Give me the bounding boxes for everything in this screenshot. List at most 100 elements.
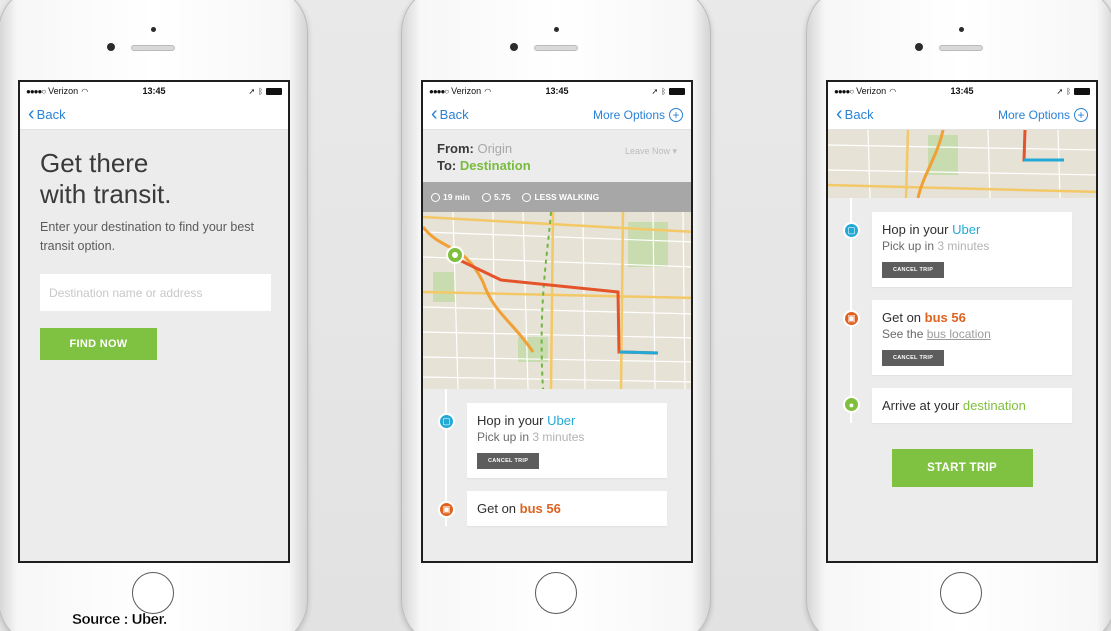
trip-price: 5.75 bbox=[493, 192, 511, 202]
arrive-prefix: Arrive at your bbox=[882, 398, 963, 413]
bus-card: Get on bus 56 See the bus location CANCE… bbox=[872, 300, 1072, 375]
plus-circle-icon: + bbox=[1074, 107, 1088, 122]
status-time: 13:45 bbox=[950, 86, 974, 96]
pickup-prefix: Pick up in bbox=[477, 430, 533, 444]
pickup-prefix: Pick up in bbox=[882, 239, 938, 253]
wifi-icon: ◠ bbox=[484, 86, 492, 96]
page-title: Get there with transit. bbox=[40, 148, 268, 210]
find-now-button[interactable]: FIND NOW bbox=[40, 328, 157, 360]
bluetooth-icon: ᛒ bbox=[258, 86, 263, 96]
carrier-name: Verizon bbox=[451, 86, 482, 96]
bluetooth-icon: ᛒ bbox=[661, 86, 666, 96]
wifi-icon: ◠ bbox=[81, 86, 89, 96]
destination-input[interactable] bbox=[40, 274, 271, 311]
trip-duration: 19 min bbox=[443, 192, 470, 202]
location-arrow-icon: ➚ bbox=[1056, 86, 1064, 96]
car-icon: ▢ bbox=[843, 222, 860, 239]
uber-highlight: Uber bbox=[547, 413, 576, 428]
to-label: To: bbox=[437, 158, 457, 173]
signal-dots-icon: ●●●●○ bbox=[26, 86, 46, 96]
stage: ●●●●○ Verizon ◠ 13:45 ➚ ᛒ ‹ Back Get there wi… bbox=[0, 0, 1111, 631]
step-uber: ▢ Hop in your Uber Pick up in 3 minutes … bbox=[431, 403, 691, 478]
screen-1: ●●●●○ Verizon ◠ 13:45 ➚ ᛒ ‹ Back Get there wi… bbox=[18, 80, 290, 563]
location-arrow-icon: ➚ bbox=[651, 86, 659, 96]
check-icon bbox=[522, 192, 532, 202]
nav-bar: ‹ Back bbox=[20, 100, 288, 130]
plus-circle-icon: + bbox=[669, 107, 683, 122]
origin-value[interactable]: Origin bbox=[477, 141, 512, 156]
signal-dots-icon: ●●●●○ bbox=[429, 86, 449, 96]
uber-prefix: Hop in your bbox=[882, 222, 953, 237]
car-icon: ▢ bbox=[438, 413, 455, 430]
step-bus: ▣ Get on bus 56 See the bus location CAN… bbox=[836, 300, 1096, 375]
front-sensor bbox=[554, 27, 559, 32]
bus-location-link[interactable]: bus location bbox=[927, 327, 991, 341]
bluetooth-icon: ᛒ bbox=[1066, 86, 1071, 96]
route-summary: From: Origin To: Destination Leave Now ▾ bbox=[423, 130, 691, 182]
uber-prefix: Hop in your bbox=[477, 413, 548, 428]
front-sensor bbox=[959, 27, 964, 32]
bus-highlight: bus 56 bbox=[924, 310, 966, 325]
screen1-body: Get there with transit. Enter your destin… bbox=[20, 130, 288, 378]
earpiece bbox=[534, 45, 578, 51]
wifi-icon: ◠ bbox=[889, 86, 897, 96]
screen-2: ●●●●○ Verizon ◠ 13:45 ➚ ᛒ ‹ Back More Option… bbox=[421, 80, 693, 563]
cancel-trip-button[interactable]: CANCEL TRIP bbox=[882, 262, 945, 278]
leave-now-dropdown[interactable]: Leave Now ▾ bbox=[625, 143, 677, 160]
chevron-left-icon: ‹ bbox=[836, 102, 843, 125]
destination-pin-icon: ● bbox=[843, 396, 860, 413]
more-options-button[interactable]: More Options + bbox=[593, 107, 683, 122]
bus-icon: ▣ bbox=[843, 310, 860, 327]
bus-card: Get on bus 56 bbox=[467, 491, 667, 526]
back-button[interactable]: ‹ Back bbox=[836, 102, 874, 125]
more-options-button[interactable]: More Options + bbox=[997, 107, 1088, 122]
nav-bar: ‹ Back More Options + bbox=[828, 100, 1096, 130]
title-line-2: with transit. bbox=[40, 179, 172, 209]
earpiece bbox=[939, 45, 983, 51]
clock-icon bbox=[431, 192, 440, 202]
chevron-left-icon: ‹ bbox=[431, 102, 438, 125]
back-button[interactable]: ‹ Back bbox=[28, 102, 66, 125]
source-caption: Source : Uber. bbox=[72, 611, 168, 628]
earpiece bbox=[131, 45, 175, 51]
uber-card: Hop in your Uber Pick up in 3 minutes CA… bbox=[872, 212, 1072, 287]
home-button[interactable] bbox=[940, 572, 982, 614]
bus-icon: ▣ bbox=[438, 501, 455, 518]
status-time: 13:45 bbox=[545, 86, 569, 96]
map-graphic bbox=[828, 130, 1096, 198]
trip-timeline: ▢ Hop in your Uber Pick up in 3 minutes … bbox=[423, 389, 691, 526]
map-graphic bbox=[423, 212, 691, 389]
front-camera bbox=[107, 43, 115, 51]
location-arrow-icon: ➚ bbox=[248, 86, 256, 96]
uber-card: Hop in your Uber Pick up in 3 minutes CA… bbox=[467, 403, 667, 478]
more-options-label: More Options bbox=[997, 107, 1070, 122]
page-subtitle: Enter your destination to find your best… bbox=[40, 220, 255, 253]
front-camera bbox=[510, 43, 518, 51]
bus-highlight: bus 56 bbox=[519, 501, 561, 516]
back-label: Back bbox=[439, 107, 469, 122]
home-button[interactable] bbox=[535, 572, 577, 614]
phone-1: ●●●●○ Verizon ◠ 13:45 ➚ ᛒ ‹ Back Get there wi… bbox=[0, 0, 308, 631]
pickup-value: 3 minutes bbox=[532, 430, 585, 444]
phone-3: ●●●●○ Verizon ◠ 13:45 ➚ ᛒ ‹ Back More Option… bbox=[806, 0, 1111, 631]
carrier-name: Verizon bbox=[856, 86, 887, 96]
start-trip-button[interactable]: START TRIP bbox=[891, 449, 1033, 487]
front-sensor bbox=[151, 27, 156, 32]
cancel-trip-button[interactable]: CANCEL TRIP bbox=[477, 453, 540, 469]
arrive-highlight: destination bbox=[962, 398, 1026, 413]
from-label: From: bbox=[437, 141, 474, 156]
route-map[interactable] bbox=[423, 212, 691, 389]
title-line-1: Get there bbox=[40, 148, 149, 178]
battery-icon bbox=[1074, 87, 1090, 95]
back-button[interactable]: ‹ Back bbox=[431, 102, 469, 125]
chevron-left-icon: ‹ bbox=[28, 102, 35, 125]
destination-value[interactable]: Destination bbox=[460, 158, 531, 173]
home-button[interactable] bbox=[132, 572, 174, 614]
dollar-icon bbox=[481, 192, 491, 202]
bus-prefix: Get on bbox=[477, 501, 520, 516]
screen-3: ●●●●○ Verizon ◠ 13:45 ➚ ᛒ ‹ Back More Option… bbox=[826, 80, 1098, 563]
see-prefix: See the bbox=[882, 327, 927, 341]
route-map[interactable] bbox=[828, 130, 1096, 198]
walk-line bbox=[618, 350, 659, 355]
cancel-trip-button[interactable]: CANCEL TRIP bbox=[882, 350, 945, 366]
